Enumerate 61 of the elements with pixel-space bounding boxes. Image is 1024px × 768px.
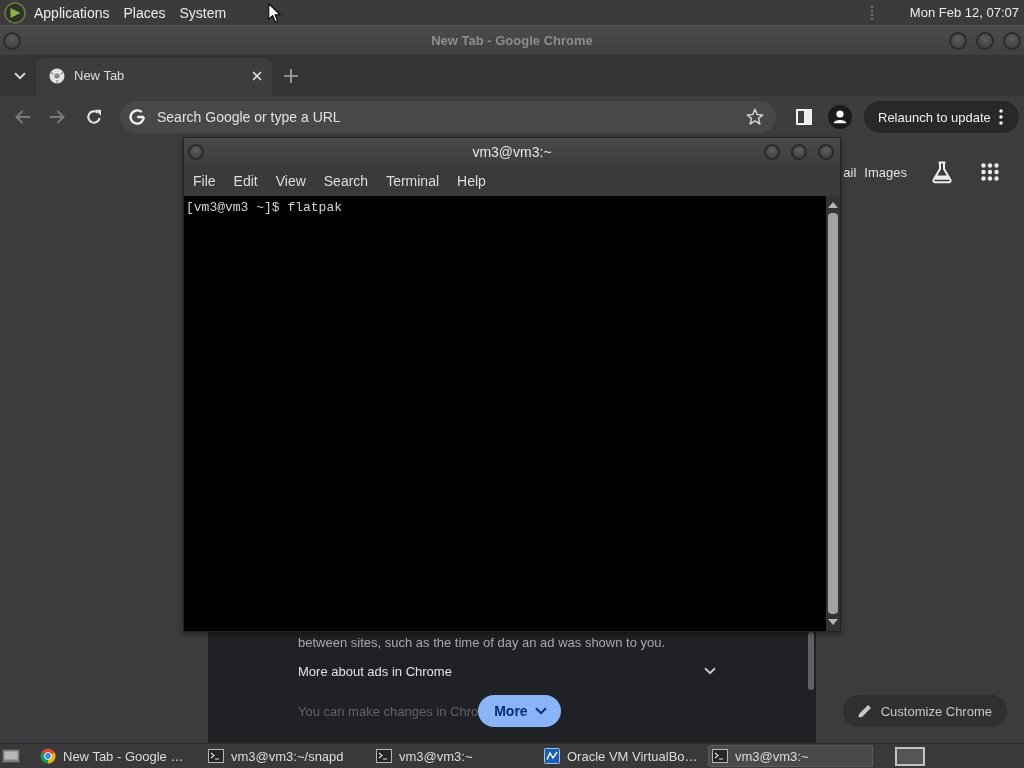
address-bar[interactable]: Search Google or type a URL	[120, 101, 776, 133]
dialog-text: between sites, such as the time of day an ad was shown to you.	[298, 634, 666, 652]
menu-item[interactable]: Search	[314, 166, 378, 196]
terminal-line: [vm3@vm3 ~]$ flatpak	[186, 199, 344, 216]
play-logo-icon[interactable]	[4, 1, 26, 24]
taskbar-button[interactable]: New Tab - Google …	[36, 745, 201, 767]
dialog-text: You can make changes in Chro	[298, 703, 479, 719]
window-menu-button[interactable]	[188, 144, 204, 160]
scrollbar-thumb[interactable]	[808, 632, 814, 690]
browser-logo-icon	[40, 748, 56, 764]
flask-icon[interactable]	[930, 160, 954, 184]
scrollbar-thumb[interactable]	[828, 213, 838, 614]
close-button[interactable]	[818, 144, 834, 160]
mouse-pointer-icon	[268, 3, 281, 23]
kebab-menu-icon	[998, 109, 1003, 125]
chevron-down-icon	[534, 707, 547, 715]
more-button[interactable]: More	[478, 695, 561, 727]
menu-item[interactable]: Terminal	[377, 166, 449, 196]
customize-button[interactable]: Customize Chrome	[842, 695, 1007, 727]
menu-item[interactable]: View	[266, 166, 315, 196]
caret-down-icon[interactable]	[14, 71, 26, 80]
browser-logo-icon	[49, 67, 65, 84]
address-input[interactable]: Search Google or type a URL	[157, 109, 746, 125]
scroll-down-icon[interactable]	[828, 619, 838, 625]
relaunch-button[interactable]: Relaunch to update	[864, 101, 1019, 133]
panel-menu[interactable]: Applications	[27, 0, 117, 25]
terminal-icon	[208, 748, 224, 764]
terminal-icon	[712, 748, 728, 764]
chart-tile-icon	[544, 748, 560, 764]
window-title: New Tab - Google Chrome	[431, 33, 593, 48]
close-icon[interactable]	[252, 70, 262, 81]
terminal-icon	[376, 748, 392, 764]
menu-item[interactable]: File	[184, 166, 225, 196]
apps-grid-icon[interactable]	[981, 163, 999, 181]
pencil-icon	[856, 703, 873, 719]
window-title: vm3@vm3:~	[472, 144, 552, 160]
taskbar-button[interactable]: vm3@vm3:~/snapd	[204, 745, 369, 767]
taskbar-button[interactable]: Oracle VM VirtualBo…	[540, 745, 705, 767]
minimize-button[interactable]	[764, 144, 780, 160]
header-link[interactable]: ail	[843, 164, 857, 180]
drag-handle-icon[interactable]	[869, 4, 874, 21]
taskbar-button[interactable]: vm3@vm3:~	[708, 745, 873, 767]
side-panel-icon[interactable]	[796, 109, 812, 125]
g-logo-icon	[129, 109, 145, 125]
plus-icon[interactable]	[284, 68, 298, 83]
browser-tab[interactable]: New Tab	[36, 58, 272, 96]
star-icon[interactable]	[746, 108, 764, 126]
maximize-button[interactable]	[791, 144, 807, 160]
panel-menu[interactable]: Places	[116, 0, 173, 25]
menu-item[interactable]: Edit	[224, 166, 267, 196]
header-link[interactable]: Images	[864, 164, 907, 180]
scroll-up-icon[interactable]	[828, 202, 838, 208]
show-desktop-icon[interactable]	[2, 748, 20, 764]
panel-menu[interactable]: System	[172, 0, 234, 25]
expander-button[interactable]: More about ads in Chrome	[298, 655, 716, 687]
workspace-switcher[interactable]	[895, 746, 925, 766]
reload-icon[interactable]	[86, 109, 102, 125]
person-avatar-icon[interactable]	[828, 105, 852, 129]
taskbar-button[interactable]: vm3@vm3:~	[372, 745, 537, 767]
clock: Mon Feb 12, 07:07	[909, 5, 1019, 20]
menu-item[interactable]: Help	[448, 166, 495, 196]
